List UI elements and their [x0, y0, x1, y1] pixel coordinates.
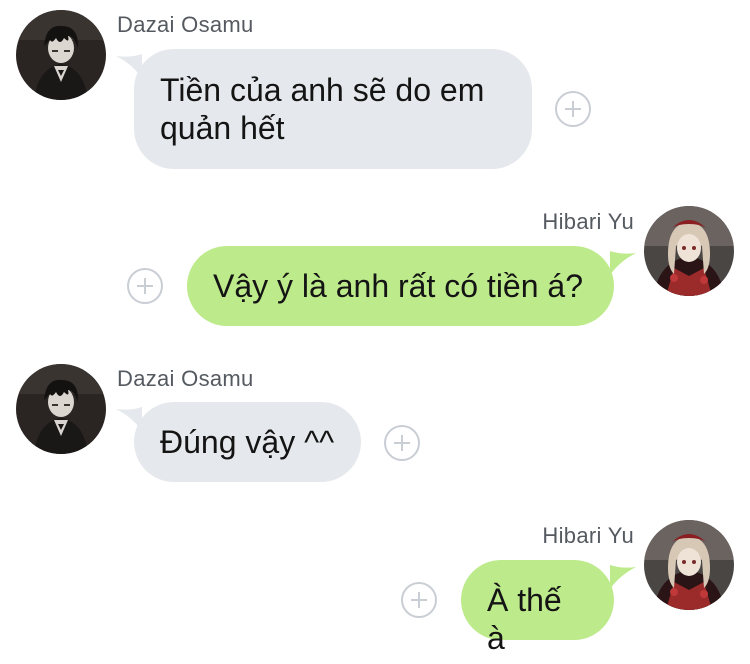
- dazai-avatar-icon: [16, 364, 106, 454]
- sender-name: Hibari Yu: [542, 209, 634, 234]
- sender-name: Hibari Yu: [542, 523, 634, 548]
- add-reaction-button[interactable]: [401, 582, 437, 618]
- message-text-line: À thế à: [487, 582, 562, 656]
- message-text-line: Tiền của anh sẽ do em: [160, 72, 485, 108]
- message-text-line: Vậy ý là anh rất có tiền á?: [213, 268, 583, 304]
- add-reaction-button[interactable]: [127, 268, 163, 304]
- add-reaction-button[interactable]: [384, 425, 420, 461]
- plus-icon: [565, 101, 581, 117]
- add-reaction-button[interactable]: [555, 91, 591, 127]
- incoming-message-bubble[interactable]: Đúng vậy ^^: [134, 402, 361, 482]
- bubble-tail: [610, 251, 636, 277]
- sender-avatar[interactable]: [644, 520, 734, 610]
- outgoing-message-bubble[interactable]: Vậy ý là anh rất có tiền á?: [187, 246, 614, 326]
- sender-avatar[interactable]: [16, 10, 106, 100]
- message-text-line: Đúng vậy ^^: [160, 424, 335, 460]
- outgoing-message-bubble[interactable]: À thế à: [461, 560, 614, 656]
- plus-icon: [411, 592, 427, 608]
- sender-name: Dazai Osamu: [117, 12, 254, 37]
- sender-avatar[interactable]: [16, 364, 106, 454]
- bubble-tail: [610, 565, 636, 591]
- hibari-avatar-icon: [644, 206, 734, 296]
- message-text-line: quản hết: [160, 110, 285, 146]
- dazai-avatar-icon: [16, 10, 106, 100]
- incoming-message-bubble[interactable]: Tiền của anh sẽ do em quản hết: [134, 49, 532, 169]
- plus-icon: [137, 278, 153, 294]
- plus-icon: [394, 435, 410, 451]
- sender-avatar[interactable]: [644, 206, 734, 296]
- hibari-avatar-icon: [644, 520, 734, 610]
- sender-name: Dazai Osamu: [117, 366, 254, 391]
